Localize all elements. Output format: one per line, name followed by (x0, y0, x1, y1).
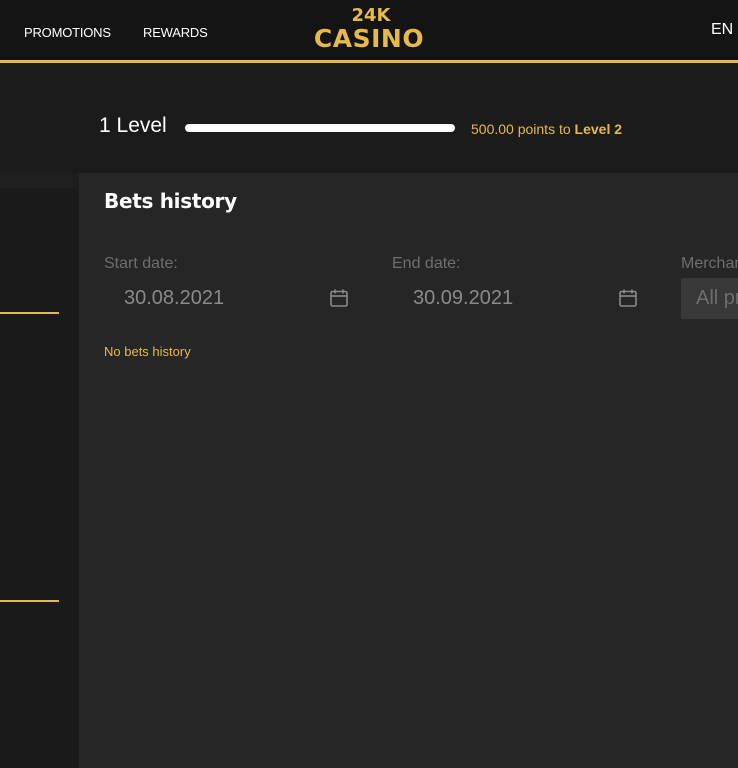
end-date-label: End date: (392, 255, 461, 272)
merchant-select-value: All providers (696, 287, 738, 309)
nav-rewards-link[interactable]: REWARDS (143, 25, 208, 40)
merchant-label: Merchant: (681, 255, 738, 272)
points-to-next-level: 500.00 points to Level 2 (471, 121, 622, 137)
empty-state-message: No bets history (104, 344, 191, 359)
points-prefix: 500.00 points to (471, 121, 571, 137)
merchant-select[interactable]: All providers (681, 278, 738, 319)
merchant-label-clip: Merchant: (681, 250, 738, 280)
account-sidebar (0, 188, 79, 768)
logo-text-bottom: CASINO (313, 24, 425, 53)
logo-text-top: 24K (351, 5, 391, 26)
start-date-label: Start date: (104, 255, 178, 272)
next-level-label: Level 2 (574, 121, 623, 137)
end-date-input[interactable] (413, 283, 613, 313)
calendar-icon[interactable] (618, 288, 638, 308)
language-selector[interactable]: EN (711, 21, 733, 39)
page-title: Bets history (104, 189, 237, 213)
casino-logo[interactable]: 24K CASINO (314, 5, 426, 56)
level-progress-bar (185, 124, 455, 132)
current-level: 1 Level (99, 114, 167, 137)
top-navigation-bar: PROMOTIONS REWARDS 24K CASINO EN (0, 0, 738, 61)
level-progress-fill (185, 124, 455, 132)
nav-promotions-link[interactable]: PROMOTIONS (24, 25, 111, 40)
calendar-icon[interactable] (329, 288, 349, 308)
sidebar-divider (0, 600, 59, 602)
sidebar-active-indicator (0, 312, 59, 314)
start-date-input[interactable] (124, 283, 324, 313)
